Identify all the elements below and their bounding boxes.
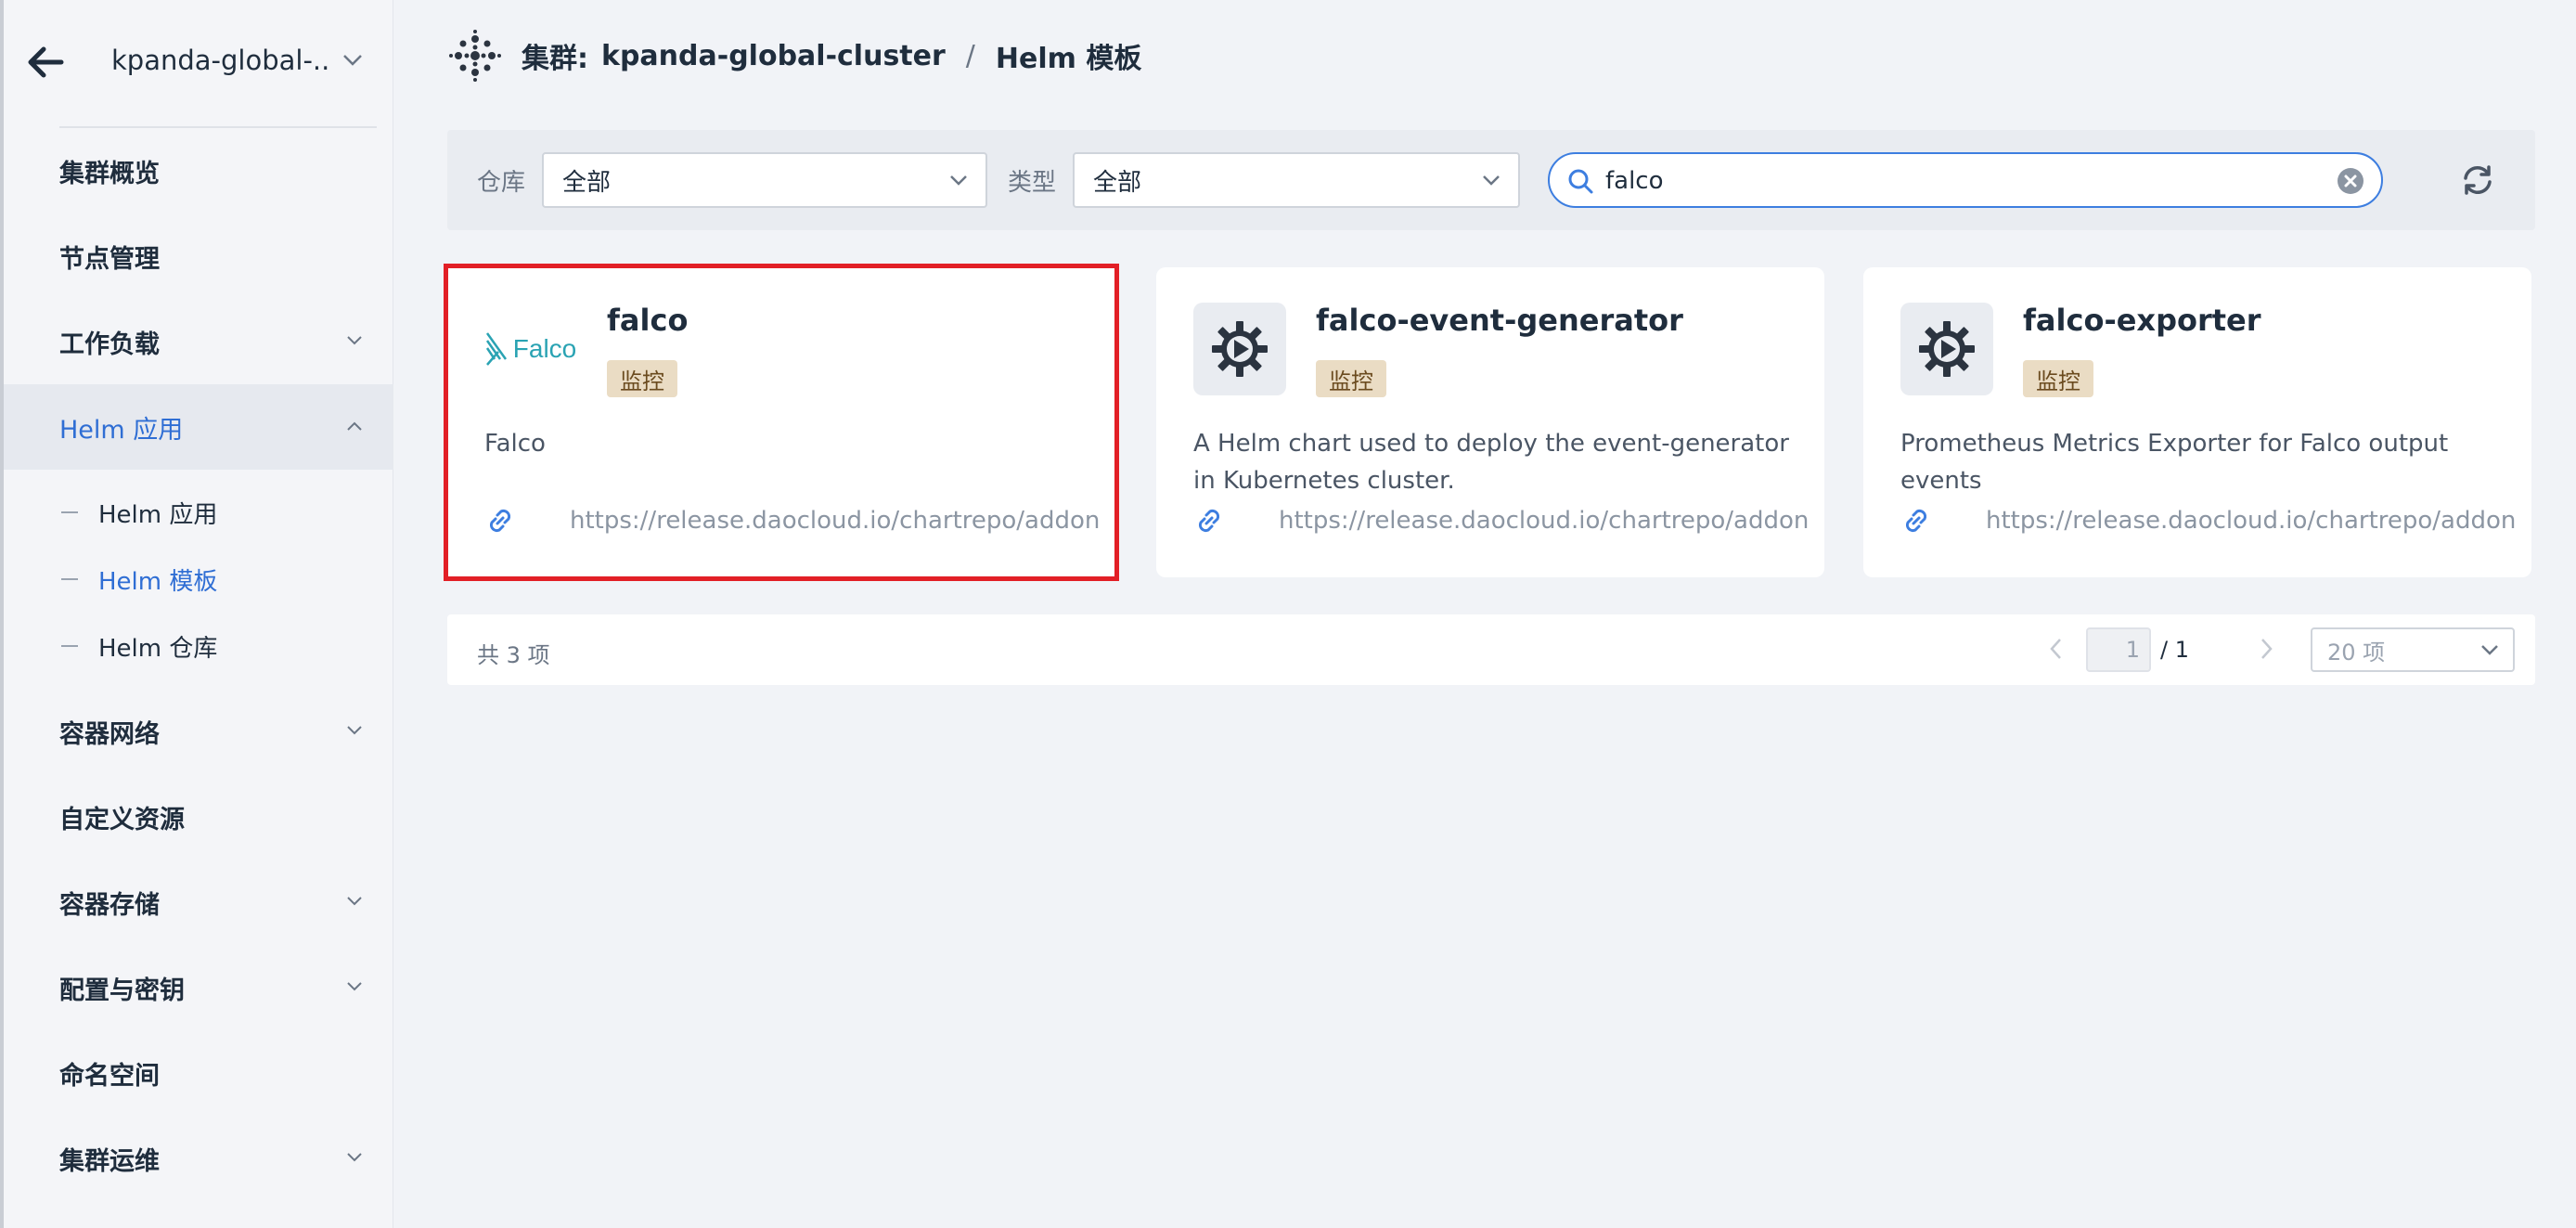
repo-select-value: 全部 bbox=[562, 168, 612, 197]
chevron-down-icon bbox=[347, 336, 362, 345]
sidebar-subitem-helm-repos[interactable]: Helm 仓库 bbox=[4, 616, 393, 676]
sidebar-subitem-label: Helm 仓库 bbox=[98, 634, 218, 663]
card-title: falco bbox=[607, 303, 689, 338]
category-tag: 监控 bbox=[607, 360, 677, 397]
pagination-bar: 共 3 项 1 / 1 20 项 bbox=[447, 614, 2535, 685]
repo-select[interactable]: 全部 bbox=[542, 152, 987, 208]
chevron-right-icon[interactable] bbox=[2257, 635, 2275, 663]
falco-logo-text: Falco bbox=[512, 334, 577, 363]
current-page: 1 bbox=[2125, 637, 2140, 663]
breadcrumb-cluster-prefix: 集群: bbox=[522, 43, 588, 75]
sidebar-subitem-helm-apps[interactable]: Helm 应用 bbox=[4, 483, 393, 542]
search-input[interactable] bbox=[1605, 165, 2311, 197]
card-repo-url[interactable]: https://release.daocloud.io/chartrepo/ad… bbox=[1279, 507, 1809, 535]
sidebar-subitem-helm-templates[interactable]: Helm 模板 bbox=[4, 549, 393, 609]
arrow-left-icon bbox=[28, 46, 64, 78]
cluster-selector[interactable]: kpanda-global-... bbox=[111, 45, 330, 76]
dash-icon bbox=[61, 511, 78, 513]
sidebar-item-workloads[interactable]: 工作负载 bbox=[4, 299, 393, 384]
chevron-down-icon bbox=[2481, 645, 2498, 655]
breadcrumb-cluster-name[interactable]: kpanda-global-cluster bbox=[601, 40, 946, 72]
back-button[interactable] bbox=[24, 41, 67, 84]
helm-gear-icon bbox=[1212, 321, 1268, 377]
sidebar-item-label: 集群运维 bbox=[59, 1146, 160, 1176]
sidebar-item-custom-resources[interactable]: 自定义资源 bbox=[4, 774, 393, 860]
clear-icon[interactable] bbox=[2337, 167, 2364, 195]
sidebar-item-label: 集群概览 bbox=[59, 159, 160, 188]
card-repo-url[interactable]: https://release.daocloud.io/chartrepo/ad… bbox=[570, 507, 1100, 535]
chevron-down-icon bbox=[347, 982, 362, 991]
sidebar-item-cluster-overview[interactable]: 集群概览 bbox=[4, 128, 393, 213]
card-description: A Helm chart used to deploy the event-ge… bbox=[1193, 430, 1789, 495]
type-select[interactable]: 全部 bbox=[1073, 152, 1520, 208]
sidebar-item-container-network[interactable]: 容器网络 bbox=[4, 689, 393, 774]
filter-bar: 仓库 全部 类型 全部 bbox=[447, 130, 2535, 230]
sidebar-item-label: 节点管理 bbox=[59, 244, 160, 274]
chevron-down-icon bbox=[347, 726, 362, 735]
repo-label: 仓库 bbox=[477, 169, 526, 197]
chevron-down-icon[interactable] bbox=[341, 52, 364, 67]
card-description: Falco bbox=[484, 430, 546, 458]
page-size-select[interactable]: 20 项 bbox=[2311, 627, 2515, 672]
sidebar-subitem-label: Helm 应用 bbox=[98, 500, 218, 529]
type-select-value: 全部 bbox=[1093, 168, 1142, 197]
total-pages: / 1 bbox=[2160, 637, 2189, 663]
chevron-down-icon bbox=[347, 1153, 362, 1162]
search-box bbox=[1548, 152, 2383, 208]
page-number-input[interactable]: 1 bbox=[2086, 627, 2151, 672]
cluster-logo-icon bbox=[449, 30, 501, 82]
sidebar-item-label: 配置与密钥 bbox=[59, 976, 185, 1005]
sidebar-item-container-storage[interactable]: 容器存储 bbox=[4, 860, 393, 945]
total-count: 共 3 项 bbox=[477, 642, 550, 668]
falco-logo: Falco bbox=[484, 303, 577, 395]
card-description: Prometheus Metrics Exporter for Falco ou… bbox=[1900, 430, 2449, 495]
category-tag: 监控 bbox=[1316, 360, 1386, 397]
sidebar-item-config-secrets[interactable]: 配置与密钥 bbox=[4, 945, 393, 1030]
chevron-down-icon bbox=[1483, 175, 1500, 186]
type-label: 类型 bbox=[1008, 169, 1057, 197]
sidebar-subitem-label: Helm 模板 bbox=[98, 567, 218, 596]
sidebar-item-label: 工作负载 bbox=[59, 330, 160, 359]
chevron-down-icon bbox=[347, 897, 362, 906]
page-size-value: 20 项 bbox=[2327, 639, 2386, 666]
sidebar-item-label: 容器存储 bbox=[59, 890, 160, 920]
link-icon bbox=[1198, 509, 1220, 533]
dash-icon bbox=[61, 578, 78, 580]
link-icon bbox=[1905, 509, 1927, 533]
chart-card-falco-exporter[interactable]: falco-exporter 监控 Prometheus Metrics Exp… bbox=[1863, 267, 2531, 577]
chevron-left-icon[interactable] bbox=[2047, 635, 2066, 663]
sidebar-item-label: 容器网络 bbox=[59, 719, 160, 749]
dash-icon bbox=[61, 645, 78, 647]
breadcrumb-separator: / bbox=[965, 39, 975, 72]
sidebar: kpanda-global-... 集群概览 节点管理 工作负载 Helm 应用… bbox=[0, 0, 393, 1228]
sidebar-item-cluster-ops[interactable]: 集群运维 bbox=[4, 1116, 393, 1201]
sidebar-header: kpanda-global-... bbox=[4, 0, 393, 126]
card-repo-url[interactable]: https://release.daocloud.io/chartrepo/ad… bbox=[1986, 507, 2516, 535]
chart-card-falco-event-generator[interactable]: falco-event-generator 监控 A Helm chart us… bbox=[1156, 267, 1824, 577]
link-icon bbox=[489, 509, 511, 533]
falco-logo-icon bbox=[485, 332, 507, 366]
sidebar-item-namespaces[interactable]: 命名空间 bbox=[4, 1030, 393, 1116]
sidebar-item-label: Helm 应用 bbox=[59, 415, 184, 445]
card-title: falco-exporter bbox=[2023, 303, 2261, 338]
sidebar-item-label: 命名空间 bbox=[59, 1061, 160, 1091]
search-icon bbox=[1568, 169, 1593, 194]
helm-gear-icon bbox=[1919, 321, 1975, 377]
refresh-icon[interactable] bbox=[2455, 158, 2500, 202]
page-title: Helm 模板 bbox=[995, 43, 1142, 75]
sidebar-item-label: 自定义资源 bbox=[59, 805, 185, 834]
chevron-down-icon bbox=[950, 175, 967, 186]
chart-icon bbox=[1193, 303, 1286, 395]
breadcrumb: 集群: kpanda-global-cluster / Helm 模板 bbox=[449, 26, 1141, 85]
category-tag: 监控 bbox=[2023, 360, 2093, 397]
chart-icon bbox=[1900, 303, 1993, 395]
chevron-up-icon bbox=[347, 421, 362, 431]
sidebar-item-node-management[interactable]: 节点管理 bbox=[4, 213, 393, 299]
chart-card-falco[interactable]: Falco falco 监控 Falco https://release.dao… bbox=[444, 264, 1119, 581]
card-title: falco-event-generator bbox=[1316, 303, 1683, 338]
sidebar-item-helm-apps[interactable]: Helm 应用 bbox=[4, 384, 393, 470]
